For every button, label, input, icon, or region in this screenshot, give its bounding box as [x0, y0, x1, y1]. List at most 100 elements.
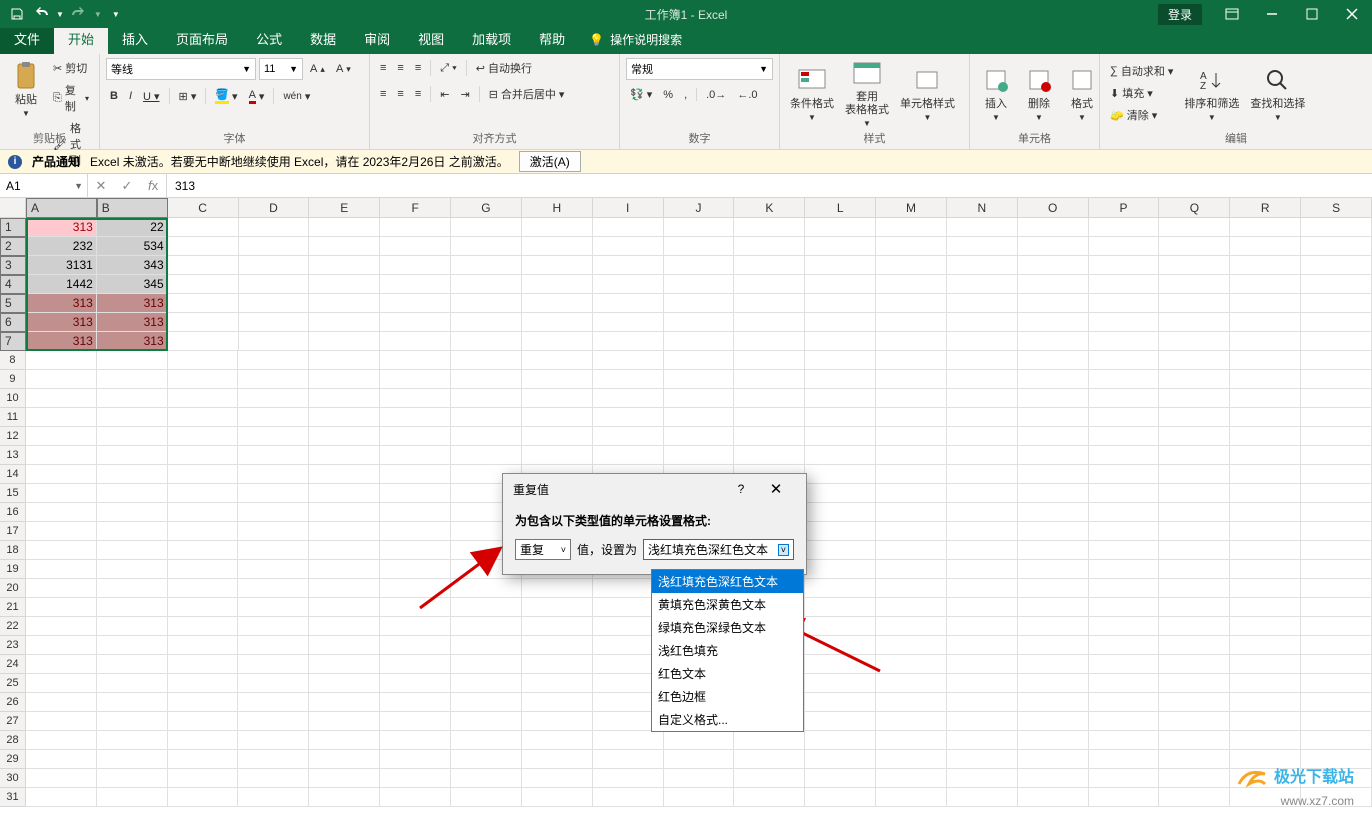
- cell[interactable]: [380, 427, 451, 446]
- cell[interactable]: [805, 408, 876, 427]
- cell[interactable]: [947, 750, 1018, 769]
- cell[interactable]: [380, 351, 451, 370]
- format-option[interactable]: 红色边框: [652, 685, 803, 708]
- cell[interactable]: [734, 218, 805, 237]
- row-header[interactable]: 30: [0, 769, 26, 788]
- dialog-format-select[interactable]: 浅红填充色深红色文本˅: [643, 539, 794, 560]
- cell[interactable]: [380, 313, 451, 332]
- cell[interactable]: [26, 446, 97, 465]
- cell[interactable]: [947, 446, 1018, 465]
- cell[interactable]: [947, 408, 1018, 427]
- cell[interactable]: [947, 465, 1018, 484]
- cell[interactable]: [380, 522, 451, 541]
- format-option[interactable]: 黄填充色深黄色文本: [652, 593, 803, 616]
- cell[interactable]: [1301, 446, 1372, 465]
- cell[interactable]: [805, 389, 876, 408]
- cell[interactable]: [1159, 313, 1230, 332]
- borders-button[interactable]: ⊞ ▾: [175, 88, 201, 105]
- cell[interactable]: [593, 294, 664, 313]
- row-header[interactable]: 17: [0, 522, 26, 541]
- cell[interactable]: [734, 446, 805, 465]
- cell[interactable]: [805, 446, 876, 465]
- cell[interactable]: [97, 389, 168, 408]
- cell[interactable]: [1018, 617, 1089, 636]
- cell[interactable]: 22: [97, 218, 168, 237]
- cell[interactable]: [168, 769, 239, 788]
- row-header[interactable]: 19: [0, 560, 26, 579]
- cell[interactable]: [26, 750, 97, 769]
- cell[interactable]: [26, 655, 97, 674]
- font-size-combo[interactable]: 11▼: [259, 58, 303, 80]
- cell[interactable]: [1159, 636, 1230, 655]
- cell[interactable]: [1018, 313, 1089, 332]
- cell[interactable]: [1089, 389, 1160, 408]
- cell[interactable]: [805, 636, 876, 655]
- cell[interactable]: [805, 579, 876, 598]
- cell[interactable]: [238, 636, 309, 655]
- cell[interactable]: [97, 674, 168, 693]
- align-top-button[interactable]: ≡: [376, 60, 390, 76]
- cell[interactable]: [309, 598, 380, 617]
- row-header[interactable]: 2: [0, 237, 26, 256]
- align-center-button[interactable]: ≡: [393, 86, 407, 102]
- cell[interactable]: [1230, 313, 1301, 332]
- cell[interactable]: [97, 484, 168, 503]
- cell[interactable]: [1089, 408, 1160, 427]
- align-bottom-button[interactable]: ≡: [411, 60, 425, 76]
- cell[interactable]: [1230, 294, 1301, 313]
- row-header[interactable]: 3: [0, 256, 26, 275]
- cell[interactable]: [947, 370, 1018, 389]
- cell[interactable]: [876, 294, 947, 313]
- cell[interactable]: [97, 750, 168, 769]
- cell[interactable]: [876, 389, 947, 408]
- cell[interactable]: [805, 674, 876, 693]
- cell[interactable]: [664, 408, 735, 427]
- cell[interactable]: [1089, 617, 1160, 636]
- cell[interactable]: [805, 560, 876, 579]
- cell[interactable]: [380, 560, 451, 579]
- tab-insert[interactable]: 插入: [108, 24, 162, 54]
- cell[interactable]: [97, 769, 168, 788]
- cell[interactable]: [805, 294, 876, 313]
- cell[interactable]: [309, 712, 380, 731]
- row-header[interactable]: 11: [0, 408, 26, 427]
- cell[interactable]: [451, 617, 522, 636]
- cell[interactable]: [1018, 674, 1089, 693]
- cell[interactable]: [380, 484, 451, 503]
- cell[interactable]: [1230, 731, 1301, 750]
- row-header[interactable]: 9: [0, 370, 26, 389]
- cell[interactable]: [1159, 693, 1230, 712]
- cell[interactable]: [1159, 275, 1230, 294]
- cell[interactable]: [664, 332, 735, 351]
- row-header[interactable]: 21: [0, 598, 26, 617]
- row-header[interactable]: 14: [0, 465, 26, 484]
- cell[interactable]: [238, 427, 309, 446]
- cell[interactable]: [876, 579, 947, 598]
- cell[interactable]: [734, 427, 805, 446]
- cell[interactable]: [309, 465, 380, 484]
- cell[interactable]: [309, 484, 380, 503]
- cell[interactable]: [238, 693, 309, 712]
- column-header[interactable]: J: [664, 198, 735, 218]
- cell[interactable]: [805, 332, 876, 351]
- cell[interactable]: [1230, 693, 1301, 712]
- cell[interactable]: [734, 351, 805, 370]
- cell[interactable]: [238, 788, 309, 807]
- row-header[interactable]: 31: [0, 788, 26, 807]
- row-header[interactable]: 20: [0, 579, 26, 598]
- cell[interactable]: [734, 370, 805, 389]
- cell[interactable]: [593, 351, 664, 370]
- cell[interactable]: [593, 389, 664, 408]
- orientation-button[interactable]: ⤢ ▾: [436, 60, 460, 77]
- cell[interactable]: [593, 218, 664, 237]
- cell[interactable]: [876, 313, 947, 332]
- format-option[interactable]: 红色文本: [652, 662, 803, 685]
- merge-center-button[interactable]: ⊟合并后居中 ▾: [485, 84, 569, 104]
- cell[interactable]: [97, 560, 168, 579]
- cell[interactable]: [947, 522, 1018, 541]
- cell[interactable]: [876, 351, 947, 370]
- cell[interactable]: [26, 408, 97, 427]
- cell[interactable]: [947, 617, 1018, 636]
- cell[interactable]: [876, 484, 947, 503]
- cell[interactable]: [26, 351, 97, 370]
